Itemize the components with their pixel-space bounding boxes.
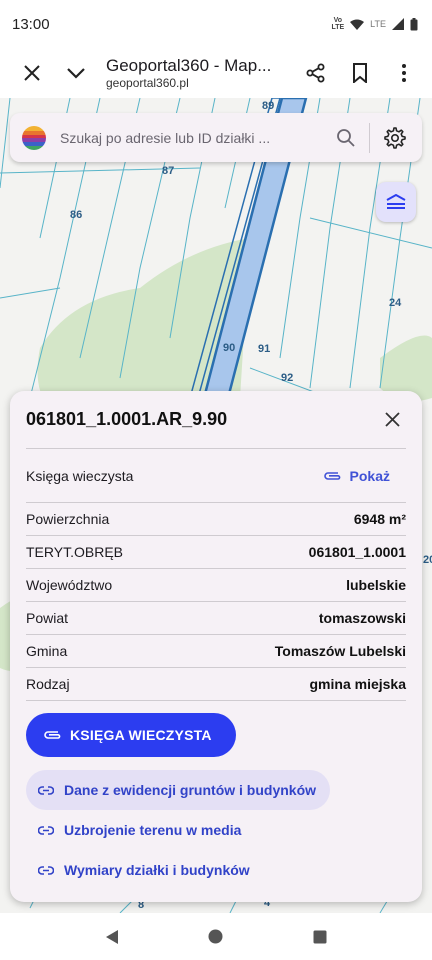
page-title-area[interactable]: Geoportal360 - Map... geoportal360.pl (98, 56, 294, 91)
land-records-link[interactable]: Dane z ewidencji gruntów i budynków (26, 770, 331, 810)
land-register-button[interactable]: KSIĘGA WIECZYSTA (26, 713, 236, 757)
show-land-register-link[interactable]: Pokaż (323, 467, 406, 484)
attribute-row: TERYT.OBRĘB 061801_1.0001 (26, 536, 406, 569)
attribute-label: Województwo (26, 577, 113, 593)
attribute-label: Powierzchnia (26, 511, 110, 527)
attribute-row: Województwo lubelskie (26, 569, 406, 602)
panel-header: 061801_1.0001.AR_9.90 (26, 391, 406, 449)
attribute-row: Rodzaj gmina miejska (26, 668, 406, 701)
search-input[interactable]: Szukaj po adresie lub ID działki ... (60, 130, 329, 146)
attribute-value: lubelskie (346, 577, 406, 593)
attribute-row: Powiat tomaszowski (26, 602, 406, 635)
land-register-label: Księga wieczysta (26, 467, 134, 484)
back-icon[interactable] (105, 929, 119, 945)
paperclip-icon (323, 471, 340, 480)
parcel-label: 86 (70, 209, 83, 221)
system-nav-bar (0, 913, 432, 960)
chevron-down-icon (67, 67, 85, 79)
search-icon (337, 128, 355, 147)
home-icon[interactable] (208, 929, 223, 944)
close-icon (384, 412, 400, 427)
bookmark-button[interactable] (338, 51, 382, 95)
parcel-label: 92 (281, 372, 294, 384)
attribute-label: TERYT.OBRĘB (26, 544, 123, 560)
land-records-link-label: Dane z ewidencji gruntów i budynków (64, 782, 317, 798)
wifi-icon (350, 19, 365, 30)
collapse-button[interactable] (54, 51, 98, 95)
parcel-label: 24 (389, 297, 402, 309)
attribute-value: tomaszowski (318, 610, 406, 626)
link-icon (38, 825, 54, 835)
battery-icon (410, 17, 418, 30)
attribute-value: 061801_1.0001 (308, 544, 406, 560)
dimensions-link[interactable]: Wymiary działki i budynków (26, 850, 264, 890)
close-tab-button[interactable] (10, 51, 54, 95)
layers-icon (386, 194, 406, 209)
lte-label: LTE (370, 19, 386, 29)
layers-button[interactable] (376, 182, 416, 222)
close-panel-button[interactable] (378, 406, 406, 434)
land-register-row: Księga wieczysta Pokaż (26, 449, 406, 503)
browser-toolbar: Geoportal360 - Map... geoportal360.pl (0, 48, 432, 98)
dimensions-link-label: Wymiary działki i budynków (64, 862, 250, 878)
settings-button[interactable] (380, 126, 410, 149)
link-icon (38, 865, 54, 875)
page-title: Geoportal360 - Map... (106, 55, 272, 75)
paperclip-icon (44, 731, 61, 739)
close-icon (24, 65, 40, 81)
page-url: geoportal360.pl (106, 76, 189, 90)
signal-icon (392, 18, 404, 30)
link-icon (38, 785, 54, 795)
attribute-value: gmina miejska (309, 676, 407, 692)
search-divider (369, 122, 370, 153)
status-icons: Vo LTE LTE (331, 17, 418, 31)
recents-icon[interactable] (313, 930, 327, 944)
search-bar[interactable]: Szukaj po adresie lub ID działki ... (10, 113, 422, 162)
attribute-label: Rodzaj (26, 676, 70, 692)
attribute-value: Tomaszów Lubelski (274, 643, 406, 659)
search-button[interactable] (329, 128, 363, 147)
parcel-label: 90 (223, 342, 236, 354)
volte-icon: Vo LTE (331, 17, 345, 31)
status-bar: 13:00 Vo LTE LTE (0, 0, 432, 48)
share-icon (306, 63, 325, 83)
utilities-link-label: Uzbrojenie terenu w media (64, 822, 242, 838)
status-time: 13:00 (12, 15, 50, 33)
parcel-id-title: 061801_1.0001.AR_9.90 (26, 409, 228, 429)
land-register-button-label: KSIĘGA WIECZYSTA (70, 727, 212, 743)
attribute-label: Powiat (26, 610, 69, 626)
show-link-label: Pokaż (349, 467, 390, 484)
share-button[interactable] (294, 51, 338, 95)
parcel-label: 89 (262, 100, 275, 112)
more-options-button[interactable] (382, 51, 426, 95)
app-logo-icon (22, 125, 46, 150)
utilities-link[interactable]: Uzbrojenie terenu w media (26, 810, 255, 850)
attribute-value: 6948 m² (353, 511, 406, 527)
attribute-row: Gmina Tomaszów Lubelski (26, 635, 406, 668)
bookmark-icon (353, 63, 367, 83)
attribute-row: Powierzchnia 6948 m² (26, 503, 406, 536)
parcel-label: 91 (258, 343, 271, 355)
parcel-label: 87 (162, 165, 175, 177)
more-vertical-icon (402, 64, 406, 82)
attribute-label: Gmina (26, 643, 68, 659)
gear-icon (384, 126, 406, 149)
parcel-label: 20 (423, 554, 432, 566)
parcel-info-panel: 061801_1.0001.AR_9.90 Księga wieczysta P… (10, 391, 422, 902)
